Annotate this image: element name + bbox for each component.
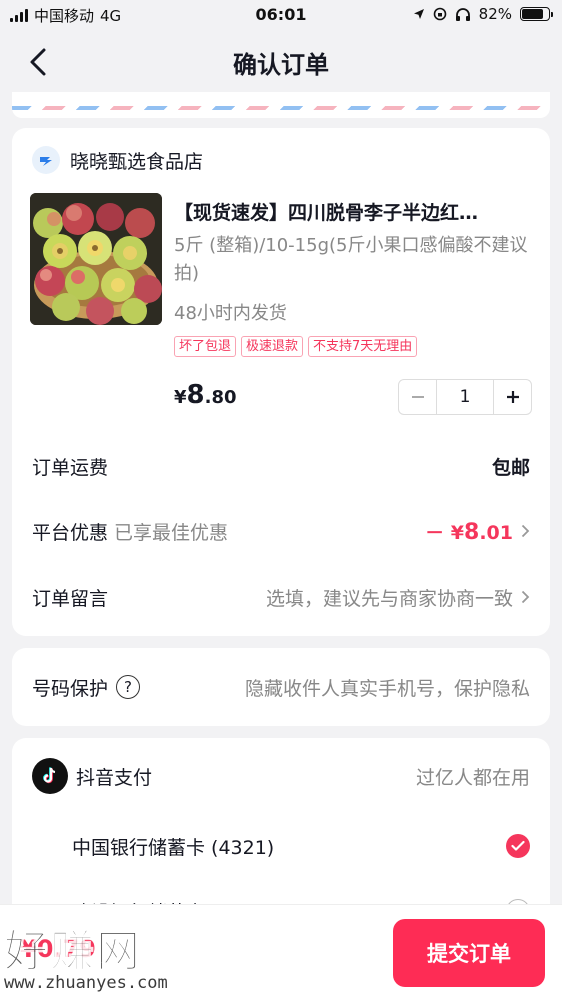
battery-percent: 82% <box>478 5 512 23</box>
note-value-wrap: 选填，建议先与商家协商一致 <box>266 584 530 611</box>
watermark-logo: 好赚网 <box>4 926 142 978</box>
check-icon[interactable] <box>506 834 530 858</box>
quantity-stepper: 1 <box>398 379 532 415</box>
battery-icon <box>520 7 553 21</box>
discount-decimal: .01 <box>479 521 513 544</box>
payment-slogan: 过亿人都在用 <box>415 766 530 789</box>
help-icon[interactable]: ? <box>116 675 141 699</box>
status-right: 82% <box>413 5 553 23</box>
watermark: 好赚网 www.zhuanyes.com <box>4 915 204 995</box>
freight-value: 包邮 <box>491 456 530 479</box>
shipping-time: 48小时内发货 <box>174 303 287 324</box>
service-tag: 坏了包退 <box>174 336 237 357</box>
payment-option-state <box>506 834 530 858</box>
payment-header: 抖音支付 过亿人都在用 <box>32 758 530 794</box>
headphones-icon <box>455 8 470 21</box>
discount-integer: 8 <box>464 519 480 545</box>
quantity-value[interactable]: 1 <box>436 380 494 414</box>
price-decimal: .80 <box>204 387 237 408</box>
address-card-bottom[interactable] <box>12 92 550 118</box>
service-tag: 不支持7天无理由 <box>308 336 418 357</box>
battery-fill <box>522 9 544 19</box>
increase-button[interactable] <box>494 380 531 414</box>
price-symbol: ¥ <box>174 387 187 408</box>
status-bar: 中国移动 4G 06:01 82% <box>0 0 562 30</box>
order-card: 晓晓甄选食品店 【现货速发】四川脱骨李子半边红… 5斤 (整箱)/10-15g(… <box>12 128 550 636</box>
note-placeholder: 选填，建议先与商家协商一致 <box>265 587 513 610</box>
envelope-stripes <box>12 106 550 110</box>
privacy-label: 号码保护 <box>32 677 109 700</box>
shop-header[interactable]: 晓晓甄选食品店 <box>32 146 203 174</box>
submit-order-button[interactable]: 提交订单 <box>393 919 545 987</box>
discount-row[interactable]: 平台优惠 已享最佳优惠 － ¥8.01 <box>32 516 530 546</box>
product-price: ¥8.80 <box>174 380 237 410</box>
price-integer: 8 <box>186 380 205 410</box>
product-image[interactable] <box>30 193 162 325</box>
service-tags: 坏了包退 极速退款 不支持7天无理由 <box>174 336 418 357</box>
product-title[interactable]: 【现货速发】四川脱骨李子半边红… <box>174 198 534 225</box>
page-title: 确认订单 <box>233 51 329 79</box>
discount-label: 平台优惠 <box>32 521 109 544</box>
plus-icon <box>506 391 519 403</box>
service-tag: 极速退款 <box>241 336 304 357</box>
discount-value-wrap: － ¥8.01 <box>425 518 530 545</box>
discount-prefix: － ¥ <box>425 521 465 544</box>
shop-logo-icon <box>32 146 60 174</box>
minus-icon <box>411 396 424 398</box>
payment-option[interactable]: 中国银行储蓄卡 (4321) <box>72 831 530 861</box>
payment-title: 抖音支付 <box>76 766 153 789</box>
decrease-button[interactable] <box>399 380 436 414</box>
privacy-row[interactable]: 号码保护 ? 隐藏收件人真实手机号，保护隐私 <box>32 672 530 702</box>
note-label: 订单留言 <box>32 587 109 610</box>
product-spec[interactable]: 5斤 (整箱)/10-15g(5斤小果口感偏酸不建议拍) <box>174 232 534 288</box>
freight-label: 订单运费 <box>32 456 109 479</box>
location-icon <box>413 9 424 19</box>
chevron-right-icon <box>521 524 530 538</box>
privacy-card: 号码保护 ? 隐藏收件人真实手机号，保护隐私 <box>12 648 550 726</box>
note-row[interactable]: 订单留言 选填，建议先与商家协商一致 <box>32 582 530 612</box>
discount-amount: － ¥8.01 <box>425 518 513 545</box>
shop-name: 晓晓甄选食品店 <box>70 150 204 173</box>
privacy-desc: 隐藏收件人真实手机号，保护隐私 <box>244 677 530 700</box>
nav-bar: 确认订单 <box>0 30 562 92</box>
chevron-right-icon <box>521 590 530 604</box>
orientation-lock-icon <box>433 7 446 21</box>
freight-row: 订单运费 包邮 <box>32 451 530 481</box>
douyin-logo-icon <box>32 758 68 794</box>
payment-option-label: 中国银行储蓄卡 (4321) <box>72 836 275 859</box>
discount-sub: 已享最佳优惠 <box>114 521 229 544</box>
